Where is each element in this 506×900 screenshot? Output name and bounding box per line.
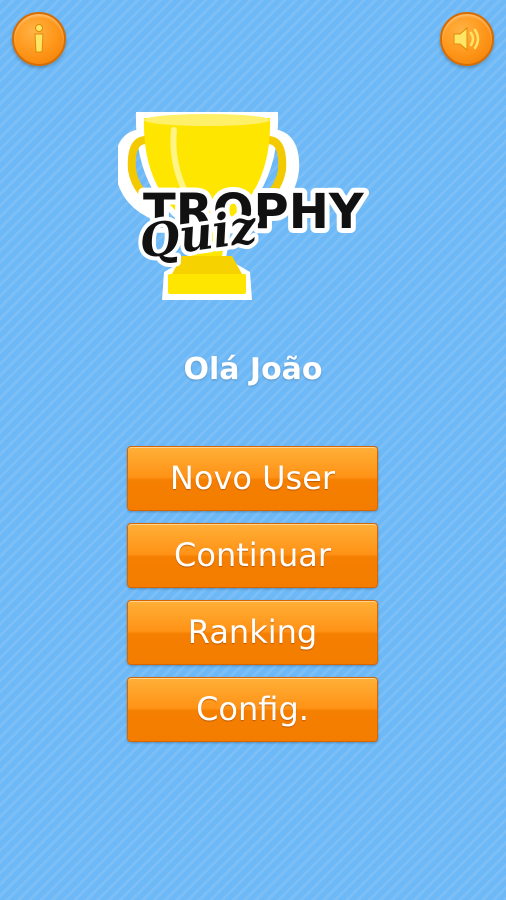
new-user-button[interactable]: Novo User — [127, 446, 378, 511]
info-button[interactable] — [12, 12, 66, 66]
info-icon — [34, 24, 44, 53]
trophy-quiz-logo: TROPHY TROPHY Quiz Quiz — [118, 112, 370, 300]
settings-button[interactable]: Config. — [127, 677, 378, 742]
speaker-icon — [453, 26, 480, 52]
continue-button[interactable]: Continuar — [127, 523, 378, 588]
sound-button[interactable] — [440, 12, 494, 66]
ranking-button[interactable]: Ranking — [127, 600, 378, 665]
greeting-text: Olá João — [183, 352, 323, 387]
